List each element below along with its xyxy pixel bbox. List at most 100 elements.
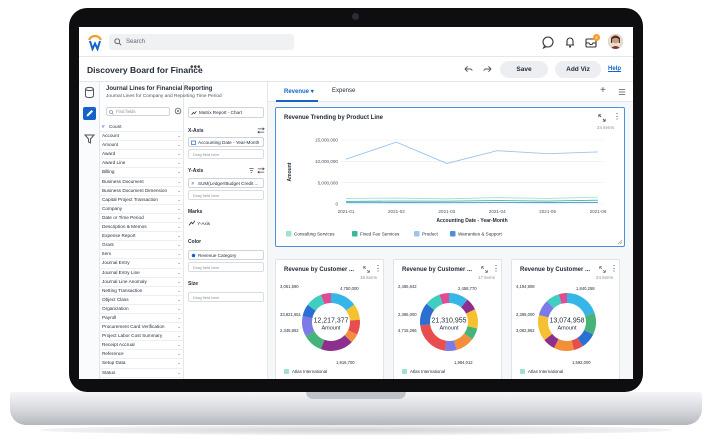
chevron-down-icon[interactable]: ⌄ bbox=[177, 305, 181, 314]
donut-slice[interactable] bbox=[566, 293, 595, 317]
donut-slice[interactable] bbox=[439, 293, 450, 305]
tab-expense[interactable]: Expense bbox=[332, 88, 355, 94]
chevron-down-icon[interactable]: ⌄ bbox=[177, 323, 181, 332]
field-item[interactable]: Procurement Card Verification ⌄ bbox=[100, 323, 184, 333]
chevron-down-icon[interactable]: ⌄ bbox=[177, 132, 181, 141]
tab-revenue[interactable]: Revenue ▾ bbox=[284, 88, 314, 95]
field-item[interactable]: Business Document ⌄ bbox=[100, 178, 184, 187]
card-menu-icon[interactable]: ⋮ bbox=[610, 264, 618, 273]
chevron-down-icon[interactable]: ⌄ bbox=[177, 259, 181, 268]
donut-slice[interactable] bbox=[307, 294, 325, 311]
expand-icon[interactable] bbox=[598, 114, 606, 122]
field-item[interactable]: Grant ⌄ bbox=[100, 241, 184, 251]
filter-icon[interactable] bbox=[83, 132, 96, 145]
field-item[interactable]: # Count bbox=[100, 123, 184, 133]
donut-slice[interactable] bbox=[320, 335, 352, 351]
field-item[interactable]: Reference ⌄ bbox=[100, 350, 184, 360]
legend-label[interactable]: Fixed Fee Services bbox=[360, 232, 400, 237]
donut-slice[interactable] bbox=[420, 303, 435, 326]
add-viz-button[interactable]: Add Viz bbox=[555, 61, 601, 78]
field-item[interactable]: Capital Project Transaction ⌄ bbox=[100, 196, 184, 205]
color-drop-zone[interactable]: Drag field here bbox=[188, 262, 264, 272]
chevron-down-icon[interactable]: ⌄ bbox=[177, 359, 181, 368]
field-item[interactable]: Account ⌄ bbox=[100, 132, 184, 142]
resize-handle-icon[interactable] bbox=[617, 239, 623, 245]
field-item[interactable]: Item ⌄ bbox=[100, 250, 184, 260]
expand-icon[interactable] bbox=[481, 266, 488, 273]
donut-slice[interactable] bbox=[347, 319, 360, 335]
chevron-down-icon[interactable]: ⌄ bbox=[177, 287, 181, 296]
swap-icon[interactable] bbox=[257, 167, 265, 174]
color-field-pill[interactable]: Revenue Category bbox=[188, 250, 264, 260]
redo-icon[interactable] bbox=[483, 65, 492, 73]
y-axis-drop-zone[interactable]: Drag field here bbox=[188, 190, 264, 200]
field-item[interactable]: Business Document Dimension ⌄ bbox=[100, 187, 184, 196]
size-drop-zone[interactable]: Drag field here bbox=[188, 292, 264, 302]
help-link[interactable]: Help bbox=[608, 66, 621, 72]
x-axis-drop-zone[interactable]: Drag field here bbox=[188, 149, 264, 159]
chevron-down-icon[interactable]: ⌄ bbox=[177, 278, 181, 287]
field-item[interactable]: Award Line ⌄ bbox=[100, 159, 184, 169]
field-item[interactable]: Company ⌄ bbox=[100, 205, 184, 214]
chevron-down-icon[interactable]: ⌄ bbox=[177, 168, 181, 177]
sort-icon[interactable] bbox=[248, 167, 255, 174]
chevron-down-icon[interactable]: ⌄ bbox=[177, 269, 181, 278]
list-icon[interactable] bbox=[618, 88, 626, 96]
donut-slice[interactable] bbox=[444, 340, 457, 351]
field-item[interactable]: Status ⌄ bbox=[100, 369, 184, 378]
field-item[interactable]: Organization ⌄ bbox=[100, 305, 184, 314]
chevron-down-icon[interactable]: ⌄ bbox=[177, 223, 181, 232]
field-item[interactable]: Journal Entry ⌄ bbox=[100, 259, 184, 269]
chat-icon[interactable] bbox=[541, 35, 555, 49]
field-item[interactable]: Date or Time Period ⌄ bbox=[100, 214, 184, 224]
series-line[interactable] bbox=[345, 196, 599, 200]
donut-slice[interactable] bbox=[302, 316, 315, 337]
donut-slice[interactable] bbox=[546, 294, 562, 309]
chevron-down-icon[interactable]: ⌄ bbox=[177, 232, 181, 241]
field-item[interactable]: Description & Memos ⌄ bbox=[100, 223, 184, 233]
x-axis-field-pill[interactable]: Accounting Date - Year-Month bbox=[188, 137, 264, 147]
donut-slice[interactable] bbox=[448, 293, 468, 308]
donut-legend-label[interactable]: Atlas International bbox=[410, 369, 445, 374]
donut-card-2[interactable]: Revenue by Customer ... 17 items ⋮ 21,310,9… bbox=[393, 259, 502, 379]
more-options-button[interactable]: ••• bbox=[190, 62, 201, 73]
donut-slice[interactable] bbox=[544, 333, 559, 348]
chart-type-select[interactable]: Matrix Report - Chart bbox=[188, 107, 264, 118]
marks-y-axis[interactable]: Y-Axis bbox=[188, 220, 210, 226]
donut-slice[interactable] bbox=[453, 333, 473, 350]
legend-label[interactable]: Product bbox=[422, 232, 439, 237]
expand-icon[interactable] bbox=[599, 266, 606, 273]
donut-slice[interactable] bbox=[577, 329, 594, 347]
chevron-down-icon[interactable]: ⌄ bbox=[177, 241, 181, 250]
field-item[interactable]: Setup Data ⌄ bbox=[100, 359, 184, 369]
undo-icon[interactable] bbox=[464, 65, 473, 73]
chevron-down-icon[interactable]: ⌄ bbox=[177, 332, 181, 341]
donut-slice[interactable] bbox=[426, 294, 444, 311]
line-chart-card[interactable]: Revenue Trending by Product Line ⋮ 24 it… bbox=[275, 107, 625, 247]
chevron-down-icon[interactable]: ⌄ bbox=[177, 369, 181, 378]
donut-slice[interactable] bbox=[320, 293, 332, 305]
chevron-down-icon[interactable]: ⌄ bbox=[177, 341, 181, 350]
donut-slice[interactable] bbox=[558, 293, 568, 304]
donut-card-3[interactable]: Revenue by Customer ... 24 items ⋮ 13,074,9… bbox=[511, 259, 620, 379]
donut-slice[interactable] bbox=[571, 337, 583, 351]
chevron-down-icon[interactable]: ⌄ bbox=[177, 214, 181, 223]
chevron-down-icon[interactable]: ⌄ bbox=[177, 314, 181, 323]
donut-slice[interactable] bbox=[460, 299, 476, 314]
expand-icon[interactable] bbox=[363, 266, 370, 273]
card-menu-icon[interactable]: ⋮ bbox=[374, 264, 382, 273]
y-axis-field-pill[interactable]: # SUM(Ledger/Budget Credit ... bbox=[188, 178, 264, 188]
legend-label[interactable]: Consulting Services bbox=[294, 232, 335, 237]
edit-tool-button[interactable] bbox=[83, 107, 96, 120]
field-item[interactable]: Object Class ⌄ bbox=[100, 296, 184, 305]
chevron-down-icon[interactable]: ⌄ bbox=[177, 296, 181, 305]
chevron-down-icon[interactable]: ⌄ bbox=[177, 159, 181, 168]
field-item[interactable]: Payroll ⌄ bbox=[100, 314, 184, 324]
legend-label[interactable]: Warranties & Support bbox=[458, 232, 502, 237]
donut-legend-label[interactable]: Atlas International bbox=[528, 369, 563, 374]
field-item[interactable]: Receipt Accrual ⌄ bbox=[100, 341, 184, 351]
donut-slice[interactable] bbox=[554, 338, 574, 351]
chevron-down-icon[interactable]: ⌄ bbox=[177, 187, 181, 196]
donut-slice[interactable] bbox=[330, 293, 355, 311]
donut-slice[interactable] bbox=[584, 312, 596, 335]
